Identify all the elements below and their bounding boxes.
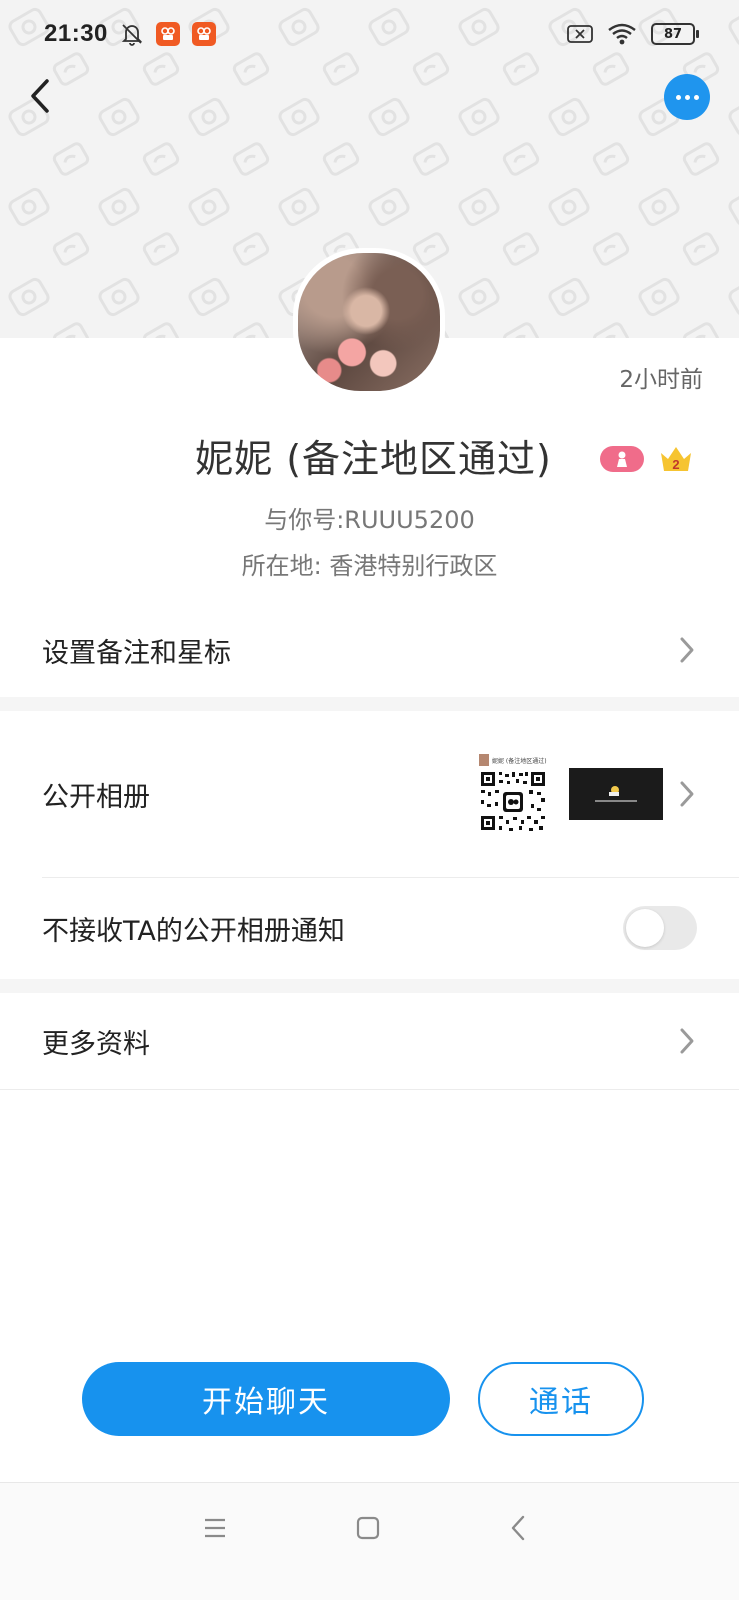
- status-bar: 21:30 87: [0, 0, 739, 68]
- album-notify-toggle[interactable]: [623, 906, 697, 950]
- recent-apps-button[interactable]: [200, 1513, 230, 1543]
- more-dots-icon: [675, 94, 681, 100]
- chevron-right-icon: [680, 637, 694, 663]
- profile-name: 妮妮 (备注地区通过): [195, 437, 552, 481]
- section-divider: [0, 979, 739, 993]
- system-back-button[interactable]: [503, 1513, 533, 1543]
- row-divider: [0, 1089, 739, 1090]
- battery-level: 87: [663, 26, 683, 42]
- bell-off-icon: [121, 24, 143, 46]
- app-notification-icon: [155, 22, 180, 46]
- public-album-label: 公开相册: [42, 781, 150, 813]
- home-square-icon: [356, 1516, 380, 1540]
- section-divider: [0, 697, 739, 711]
- album-notify-label: 不接收TA的公开相册通知: [42, 915, 345, 947]
- crown-level-icon[interactable]: 2: [658, 444, 694, 474]
- battery-icon: 87: [651, 23, 699, 45]
- system-navigation-bar: [0, 1482, 739, 1600]
- menu-lines-icon: [205, 1518, 225, 1538]
- app-notification-icon: [191, 22, 216, 46]
- crown-level-label: 2: [672, 457, 679, 472]
- album-notify-row: 不接收TA的公开相册通知: [0, 878, 739, 978]
- album-thumbnail-qrcode[interactable]: 妮妮 (备注地区通过): [479, 754, 547, 834]
- home-button[interactable]: [353, 1513, 383, 1543]
- back-arrow-icon: [31, 79, 49, 113]
- avatar[interactable]: [293, 248, 445, 396]
- set-remark-label: 设置备注和星标: [42, 637, 231, 669]
- back-triangle-icon: [511, 1515, 525, 1541]
- last-active-time: 2小时前: [619, 367, 703, 393]
- chevron-right-icon: [680, 781, 694, 807]
- public-album-row[interactable]: 公开相册 妮妮 (备注地区通过): [0, 712, 739, 876]
- call-button[interactable]: 通话: [478, 1362, 644, 1436]
- profile-badges: 2: [600, 444, 694, 474]
- album-qr-caption: 妮妮 (备注地区通过): [492, 757, 547, 765]
- avatar-image: [298, 253, 440, 391]
- more-options-button[interactable]: [664, 74, 710, 120]
- back-button[interactable]: [20, 74, 60, 118]
- album-thumbnail-dark[interactable]: [569, 768, 663, 820]
- set-remark-row[interactable]: 设置备注和星标: [0, 604, 739, 696]
- more-info-row[interactable]: 更多资料: [0, 994, 739, 1088]
- profile-location: 所在地: 香港特别行政区: [241, 552, 498, 580]
- profile-id: 与你号:RUUU5200: [264, 506, 475, 534]
- toggle-knob: [626, 909, 664, 947]
- no-sim-icon: [567, 25, 593, 43]
- more-info-label: 更多资料: [42, 1028, 150, 1060]
- chevron-right-icon: [680, 1028, 694, 1054]
- wifi-icon: [608, 23, 636, 45]
- gender-badge-icon[interactable]: [600, 446, 644, 472]
- album-thumbnails: 妮妮 (备注地区通过): [479, 754, 663, 834]
- start-chat-button[interactable]: 开始聊天: [82, 1362, 450, 1436]
- status-time: 21:30: [44, 20, 108, 47]
